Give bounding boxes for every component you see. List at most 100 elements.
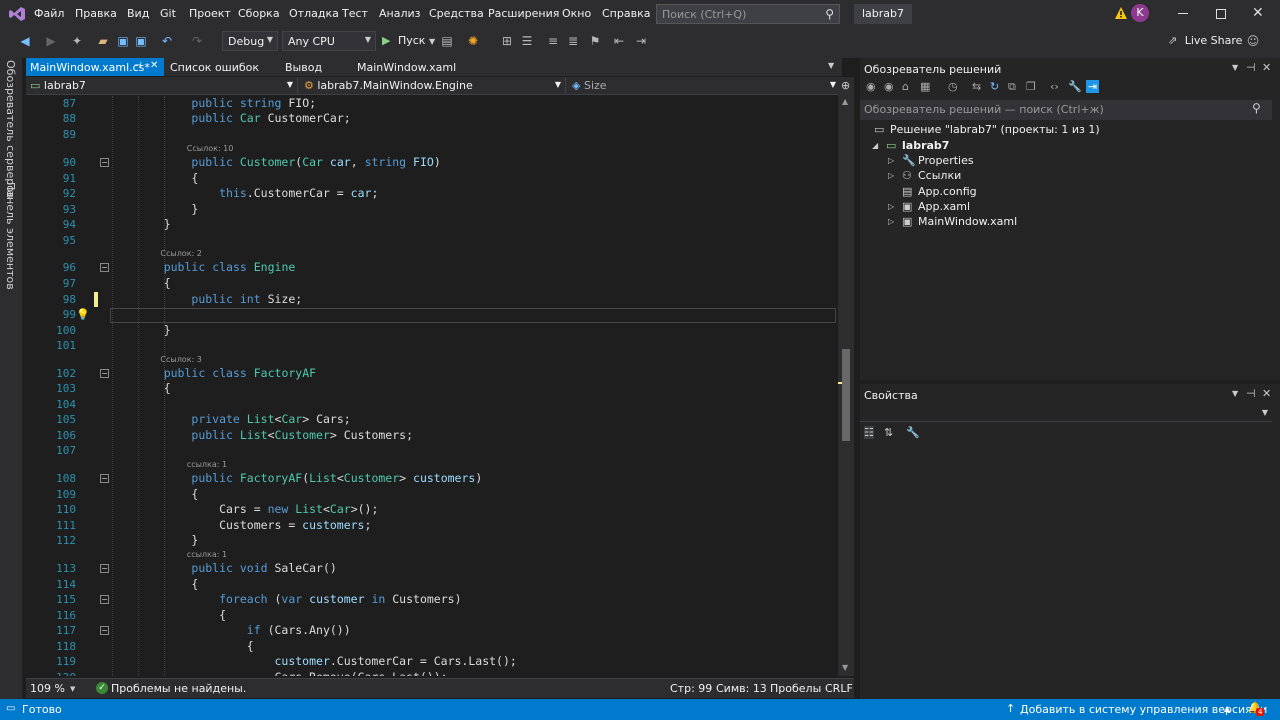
- view-code-icon[interactable]: ‹›: [1050, 80, 1059, 93]
- minimize-icon[interactable]: [1178, 13, 1188, 14]
- bookmark-icon[interactable]: ⚑: [588, 34, 602, 48]
- codelens-reference-count[interactable]: Ссылок: 3: [160, 355, 201, 365]
- save-icon[interactable]: ▣: [116, 34, 130, 48]
- forward-icon[interactable]: ▶: [44, 34, 58, 48]
- hot-reload-icon[interactable]: ✺: [466, 34, 480, 48]
- tab-mainwindow-xaml[interactable]: MainWindow.xaml: [353, 58, 513, 76]
- uncomment-icon[interactable]: ≣: [566, 34, 580, 48]
- live-share-button[interactable]: ⇗ Live Share: [1168, 34, 1242, 47]
- menu-item[interactable]: Окно: [562, 7, 591, 20]
- menu-item[interactable]: Сборка: [238, 7, 280, 20]
- pending-changes-icon[interactable]: ◷: [948, 80, 958, 93]
- fold-toggle-icon[interactable]: −: [100, 158, 109, 167]
- new-project-icon[interactable]: ✦: [70, 34, 84, 48]
- close-icon[interactable]: ✕: [1262, 387, 1271, 400]
- server-explorer-tab[interactable]: Обозреватель серверов: [4, 60, 17, 198]
- sync-icon[interactable]: ⇆: [972, 80, 981, 93]
- menu-item[interactable]: Расширения: [488, 7, 559, 20]
- categorized-icon[interactable]: ☷: [864, 426, 874, 439]
- feedback-icon[interactable]: ☺: [1246, 34, 1260, 48]
- collapse-all-icon[interactable]: ⧉: [1008, 80, 1016, 94]
- back-icon[interactable]: ◉: [866, 80, 876, 93]
- scroll-thumb[interactable]: [842, 349, 850, 441]
- show-all-files-icon[interactable]: ❐: [1026, 80, 1036, 93]
- issues-status[interactable]: Проблемы не найдены.: [111, 682, 246, 695]
- preview-icon[interactable]: ⇥: [1086, 80, 1100, 93]
- close-icon[interactable]: ✕: [1252, 5, 1264, 21]
- fold-toggle-icon[interactable]: −: [100, 369, 109, 378]
- browser-link-icon[interactable]: ▤: [440, 34, 454, 48]
- fold-toggle-icon[interactable]: −: [100, 263, 109, 272]
- menu-item[interactable]: Файл: [34, 7, 64, 20]
- fold-toggle-icon[interactable]: −: [100, 564, 109, 573]
- codelens-reference-count[interactable]: ссылка: 1: [187, 460, 227, 470]
- pin-icon[interactable]: ⊣: [134, 61, 142, 71]
- tab-output[interactable]: Вывод: [281, 58, 347, 76]
- codelens-reference-count[interactable]: Ссылок: 10: [187, 144, 234, 154]
- close-icon[interactable]: ✕: [1262, 61, 1271, 74]
- vs-logo-icon[interactable]: [8, 6, 26, 22]
- menu-item[interactable]: Вид: [127, 7, 149, 20]
- panel-menu-icon[interactable]: ▼: [1232, 63, 1238, 72]
- close-tab-icon[interactable]: ✕: [150, 60, 158, 71]
- bookmark-next-icon[interactable]: ⇥: [634, 34, 648, 48]
- tab-mainwindow-xaml-cs[interactable]: MainWindow.xaml.cs* ⊣ ✕: [26, 58, 164, 76]
- solution-search-box[interactable]: Обозреватель решений — поиск (Ctrl+ж) ⚲: [860, 100, 1272, 120]
- avatar[interactable]: K: [1131, 4, 1149, 22]
- pin-icon[interactable]: ⊣: [1246, 387, 1256, 400]
- code-editor[interactable]: 💡 87 public string FIO; 88 public Car Cus…: [26, 96, 838, 676]
- codelens-reference-count[interactable]: ссылка: 1: [187, 550, 227, 560]
- properties-object-combo[interactable]: ▼: [860, 404, 1272, 422]
- scroll-down-icon[interactable]: ▼: [842, 663, 848, 672]
- fold-toggle-icon[interactable]: −: [100, 595, 109, 604]
- line-ending[interactable]: CRLF: [825, 682, 853, 695]
- expand-icon[interactable]: ▷: [888, 214, 894, 229]
- bookmark-prev-icon[interactable]: ⇤: [612, 34, 626, 48]
- platform-combo[interactable]: Any CPU ▼: [282, 31, 376, 51]
- expand-icon[interactable]: ▷: [888, 199, 894, 214]
- properties-icon[interactable]: 🔧: [1068, 80, 1082, 93]
- undo-icon[interactable]: ↶: [160, 34, 174, 48]
- zoom-level[interactable]: 109 %: [30, 682, 65, 695]
- member-combo[interactable]: ◈ Size ▼: [568, 77, 840, 95]
- switch-views-icon[interactable]: ▦: [920, 80, 930, 93]
- open-folder-icon[interactable]: ▰: [96, 34, 110, 48]
- save-all-icon[interactable]: ▣: [134, 34, 148, 48]
- panel-menu-icon[interactable]: ▼: [1232, 389, 1238, 398]
- project-combo[interactable]: ▭ labrab7 ▼: [26, 77, 298, 95]
- warning-icon[interactable]: [1114, 6, 1128, 20]
- fold-toggle-icon[interactable]: −: [100, 474, 109, 483]
- property-pages-icon[interactable]: 🔧: [906, 426, 920, 439]
- split-icon[interactable]: ⊕: [841, 79, 850, 92]
- back-icon[interactable]: ◀: [18, 34, 32, 48]
- scroll-up-icon[interactable]: ▲: [842, 97, 848, 106]
- collapse-icon[interactable]: ◢: [872, 138, 878, 153]
- menu-item[interactable]: Справка: [602, 7, 650, 20]
- comment-icon[interactable]: ≡: [546, 34, 560, 48]
- menu-item[interactable]: Git: [160, 7, 176, 20]
- format-icon[interactable]: ☰: [520, 34, 534, 48]
- diagnostics-icon[interactable]: ⊞: [500, 34, 514, 48]
- redo-icon[interactable]: ↷: [190, 34, 204, 48]
- refresh-icon[interactable]: ↻: [990, 80, 999, 93]
- menu-item[interactable]: Анализ: [379, 7, 421, 20]
- fold-toggle-icon[interactable]: −: [100, 626, 109, 635]
- menu-item[interactable]: Отладка: [289, 7, 339, 20]
- restore-icon[interactable]: [1216, 9, 1226, 19]
- forward-icon[interactable]: ◉: [884, 80, 894, 93]
- run-button[interactable]: ▶ Пуск ▼: [382, 34, 435, 50]
- config-combo[interactable]: Debug ▼: [222, 31, 278, 51]
- codelens-reference-count[interactable]: Ссылок: 2: [160, 249, 201, 259]
- type-combo[interactable]: ⚙ labrab7.MainWindow.Engine ▼: [300, 77, 566, 95]
- menu-item[interactable]: Средства: [429, 7, 484, 20]
- pin-icon[interactable]: ⊣: [1246, 61, 1256, 74]
- expand-icon[interactable]: ▷: [888, 168, 894, 183]
- toolbox-tab[interactable]: Панель элементов: [4, 182, 17, 290]
- menu-item[interactable]: Проект: [189, 7, 231, 20]
- menu-item[interactable]: Тест: [342, 7, 368, 20]
- home-icon[interactable]: ⌂: [902, 80, 909, 93]
- tab-error-list[interactable]: Список ошибок: [166, 58, 278, 76]
- menu-item[interactable]: Правка: [75, 7, 117, 20]
- indent-mode[interactable]: Пробелы: [770, 682, 821, 695]
- alphabetical-icon[interactable]: ⇅: [884, 426, 893, 439]
